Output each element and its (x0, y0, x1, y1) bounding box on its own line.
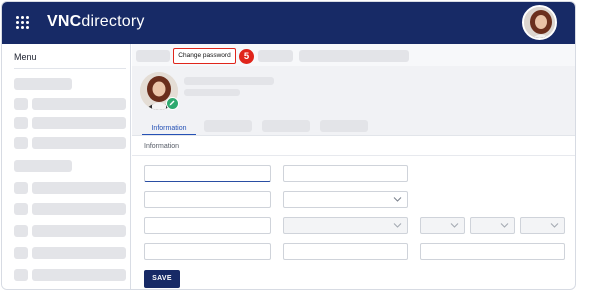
profile-tab[interactable] (320, 120, 368, 132)
app-logo[interactable]: VNCdirectory (47, 13, 145, 31)
sidebar-item[interactable] (32, 182, 126, 194)
section-title: Information (144, 143, 180, 150)
sidebar-item-icon (14, 182, 28, 194)
sidebar-item-icon (14, 269, 28, 281)
select-dropdown[interactable] (283, 217, 408, 234)
sidebar-item-icon (14, 247, 28, 259)
sidebar-item-icon (14, 137, 28, 149)
main-content: Change password 5 Information Informatio… (132, 44, 575, 289)
apps-grid-icon[interactable] (16, 16, 30, 30)
chevron-down-icon (450, 223, 459, 228)
edit-avatar-button[interactable] (166, 97, 179, 110)
text-input[interactable] (144, 165, 271, 182)
user-avatar[interactable] (522, 5, 557, 40)
text-input[interactable] (144, 217, 271, 234)
sidebar-item-icon (14, 203, 28, 215)
sidebar: Menu (2, 44, 131, 289)
select-dropdown[interactable] (420, 217, 465, 234)
brand-text: directory (81, 13, 145, 30)
sidebar-group-header (14, 160, 72, 172)
top-navbar: VNCdirectory (2, 2, 575, 44)
sidebar-item-icon (14, 117, 28, 129)
sidebar-group-header (14, 78, 72, 90)
sidebar-item[interactable] (32, 137, 126, 149)
sidebar-item-icon (14, 98, 28, 110)
sidebar-divider (14, 68, 126, 69)
action-bar: Change password 5 (132, 44, 575, 66)
sidebar-item[interactable] (32, 247, 126, 259)
profile-tab[interactable] (204, 120, 252, 132)
text-input[interactable] (283, 243, 408, 260)
chevron-down-icon (500, 223, 509, 228)
sidebar-item[interactable] (32, 117, 126, 129)
profile-name-placeholder (184, 77, 274, 85)
select-dropdown[interactable] (470, 217, 515, 234)
sidebar-item[interactable] (32, 98, 126, 110)
tabs-divider (132, 135, 575, 136)
sidebar-item-icon (14, 225, 28, 237)
text-input[interactable] (283, 165, 408, 182)
step-number-badge: 5 (239, 49, 254, 64)
text-input[interactable] (144, 191, 271, 208)
save-button[interactable]: SAVE (144, 270, 180, 288)
pencil-icon (169, 100, 175, 106)
sidebar-item[interactable] (32, 203, 126, 215)
action-tab[interactable] (136, 50, 170, 62)
text-input[interactable] (144, 243, 271, 260)
app-window: VNCdirectory Menu Change password 5 Info… (1, 1, 576, 290)
select-dropdown[interactable] (520, 217, 565, 234)
section-divider (132, 155, 575, 156)
chevron-down-icon (550, 223, 559, 228)
change-password-button[interactable]: Change password (173, 48, 236, 64)
select-dropdown[interactable] (283, 191, 408, 208)
sidebar-title: Menu (14, 52, 37, 62)
brand-bold-text: VNC (47, 13, 82, 30)
action-tab[interactable] (299, 50, 409, 62)
sidebar-item[interactable] (32, 269, 126, 281)
profile-detail-placeholder (184, 89, 240, 96)
profile-tab[interactable] (262, 120, 310, 132)
chevron-down-icon (393, 197, 402, 202)
chevron-down-icon (393, 223, 402, 228)
tab-information[interactable]: Information (142, 124, 196, 135)
text-input[interactable] (420, 243, 565, 260)
sidebar-item[interactable] (32, 225, 126, 237)
action-tab[interactable] (258, 50, 293, 62)
